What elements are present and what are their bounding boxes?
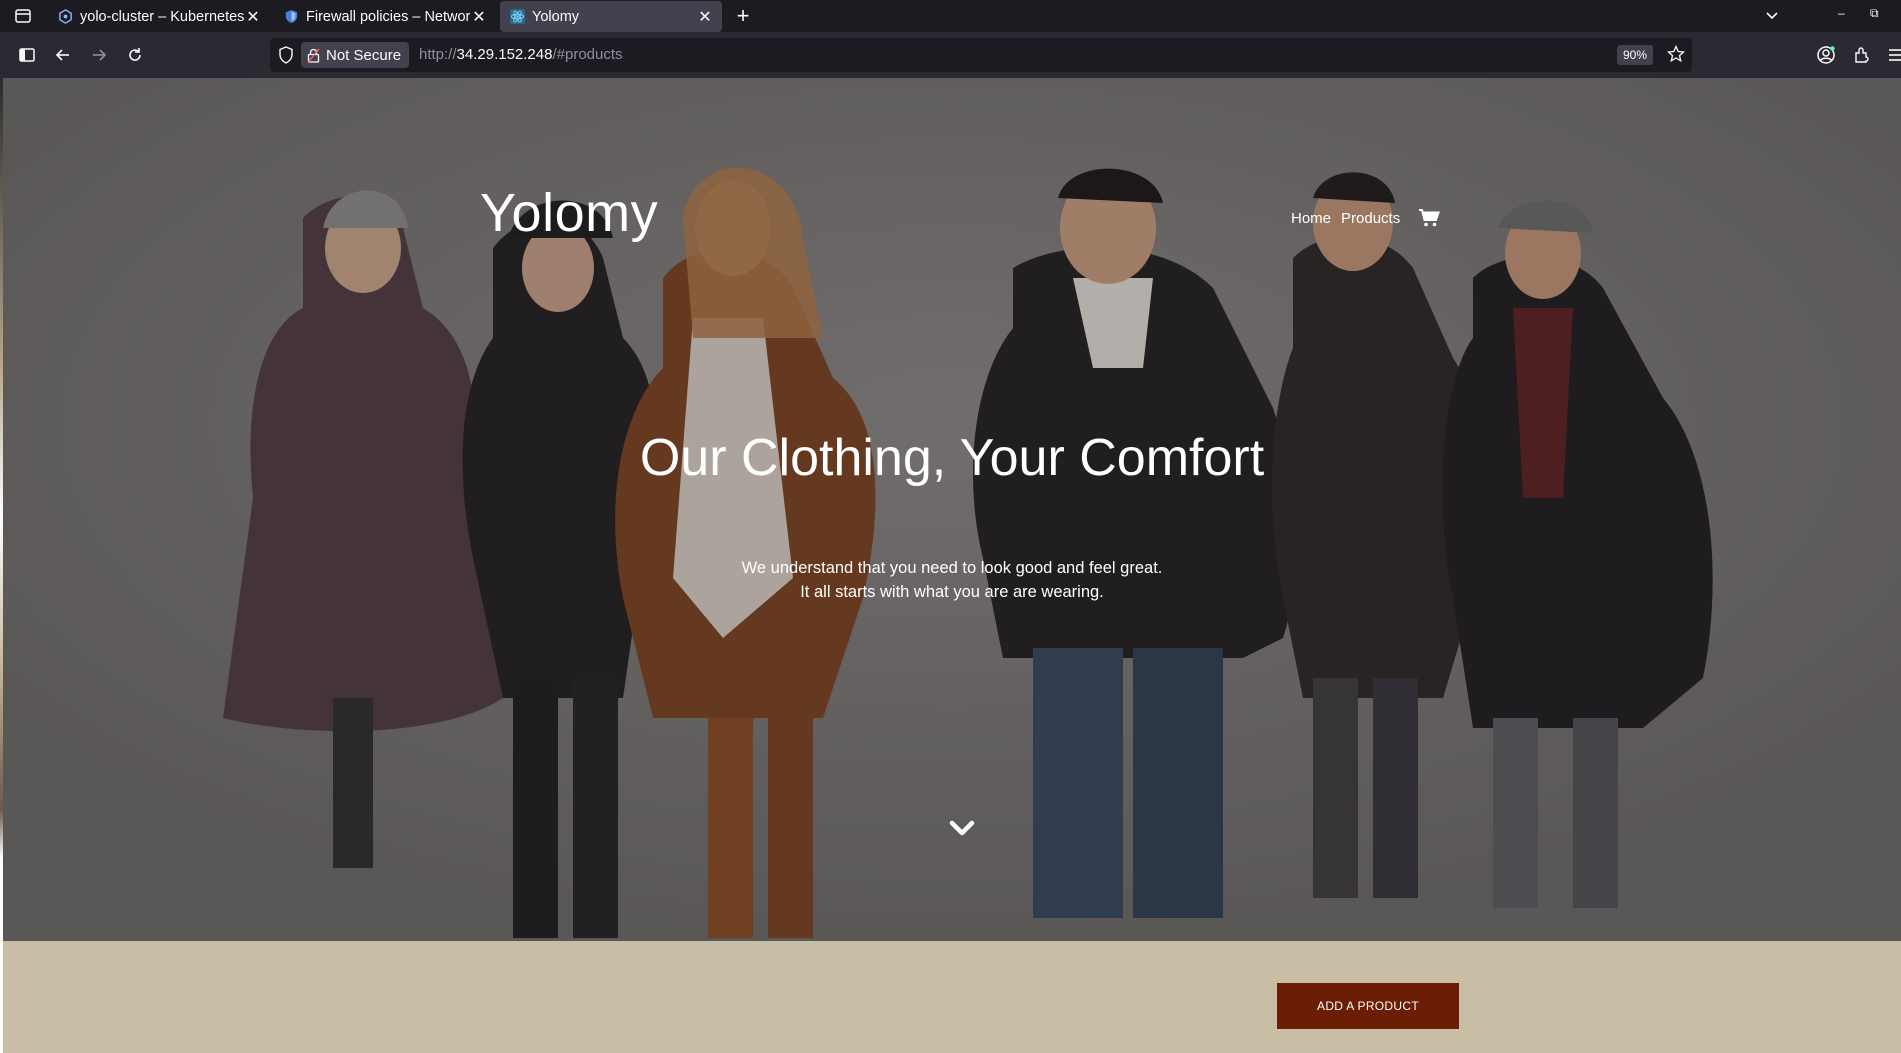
zoom-level-badge[interactable]: 90% (1617, 45, 1654, 65)
shopping-cart-icon[interactable] (1418, 208, 1441, 228)
tab-title: Firewall policies – Networ (306, 8, 470, 25)
nav-products-link[interactable]: Products (1341, 210, 1400, 227)
page-viewport: Yolomy Home Products Our Clothing, Your … (3, 78, 1901, 1053)
url-scheme: http:// (419, 46, 457, 63)
not-secure-label: Not Secure (326, 46, 402, 64)
hero-title: Our Clothing, Your Comfort (639, 429, 1265, 487)
tab-title: Yolomy (532, 8, 580, 25)
bookmark-star-icon[interactable] (1667, 45, 1685, 63)
hero-subtitle: We understand that you need to look good… (3, 556, 1901, 604)
hero-subtitle-line-2: It all starts with what you are are wear… (800, 583, 1104, 601)
url-text[interactable]: http://34.29.152.248/#products (419, 46, 623, 63)
sidebar-icon[interactable] (15, 43, 39, 67)
kubernetes-engine-icon (59, 9, 72, 24)
restore-icon[interactable]: ⧉ (1870, 6, 1879, 21)
tab-yolomy[interactable]: Yolomy ✕ (500, 1, 722, 32)
site-logo[interactable]: Yolomy (480, 182, 658, 244)
url-host: 34.29.152.248 (456, 46, 553, 63)
shield-icon (285, 9, 298, 24)
tracking-protection-icon[interactable] (278, 46, 294, 64)
tab-bar: yolo-cluster – Kubernetes ✕ Firewall pol… (0, 0, 1901, 32)
new-tab-button[interactable]: + (732, 3, 754, 29)
hero-section: Yolomy Home Products Our Clothing, Your … (3, 78, 1901, 941)
add-product-button[interactable]: ADD A PRODUCT (1277, 983, 1459, 1029)
hero-subtitle-line-1: We understand that you need to look good… (741, 559, 1163, 577)
tab-title: yolo-cluster – Kubernetes (80, 8, 244, 25)
account-icon[interactable] (1814, 43, 1838, 67)
close-icon[interactable]: ✕ (698, 7, 712, 27)
chevron-down-icon[interactable] (1762, 5, 1782, 25)
nav-home-link[interactable]: Home (1291, 210, 1331, 227)
close-icon[interactable]: ✕ (246, 7, 260, 27)
close-icon[interactable]: ✕ (472, 7, 486, 27)
hero-overlay (3, 78, 1901, 941)
forward-icon[interactable] (87, 43, 111, 67)
tab-list-icon[interactable] (14, 7, 32, 25)
back-icon[interactable] (51, 43, 75, 67)
minimize-icon[interactable]: – (1838, 6, 1845, 20)
not-secure-badge[interactable]: Not Secure (301, 42, 410, 68)
tab-firewall-policies[interactable]: Firewall policies – Networ ✕ (274, 1, 496, 32)
extensions-icon[interactable] (1850, 43, 1874, 67)
react-icon (510, 9, 525, 24)
products-section: ADD A PRODUCT (3, 941, 1901, 1053)
reload-icon[interactable] (123, 43, 147, 67)
url-path: /#products (552, 46, 623, 63)
site-nav: Home Products (1291, 208, 1441, 228)
tab-yolo-cluster[interactable]: yolo-cluster – Kubernetes ✕ (48, 1, 270, 32)
chevron-down-icon[interactable] (948, 818, 976, 840)
menu-icon[interactable] (1884, 43, 1901, 67)
address-bar[interactable]: Not Secure http://34.29.152.248/#product… (270, 38, 1692, 72)
insecure-lock-icon (307, 48, 320, 63)
navigation-toolbar: Not Secure http://34.29.152.248/#product… (0, 32, 1901, 78)
